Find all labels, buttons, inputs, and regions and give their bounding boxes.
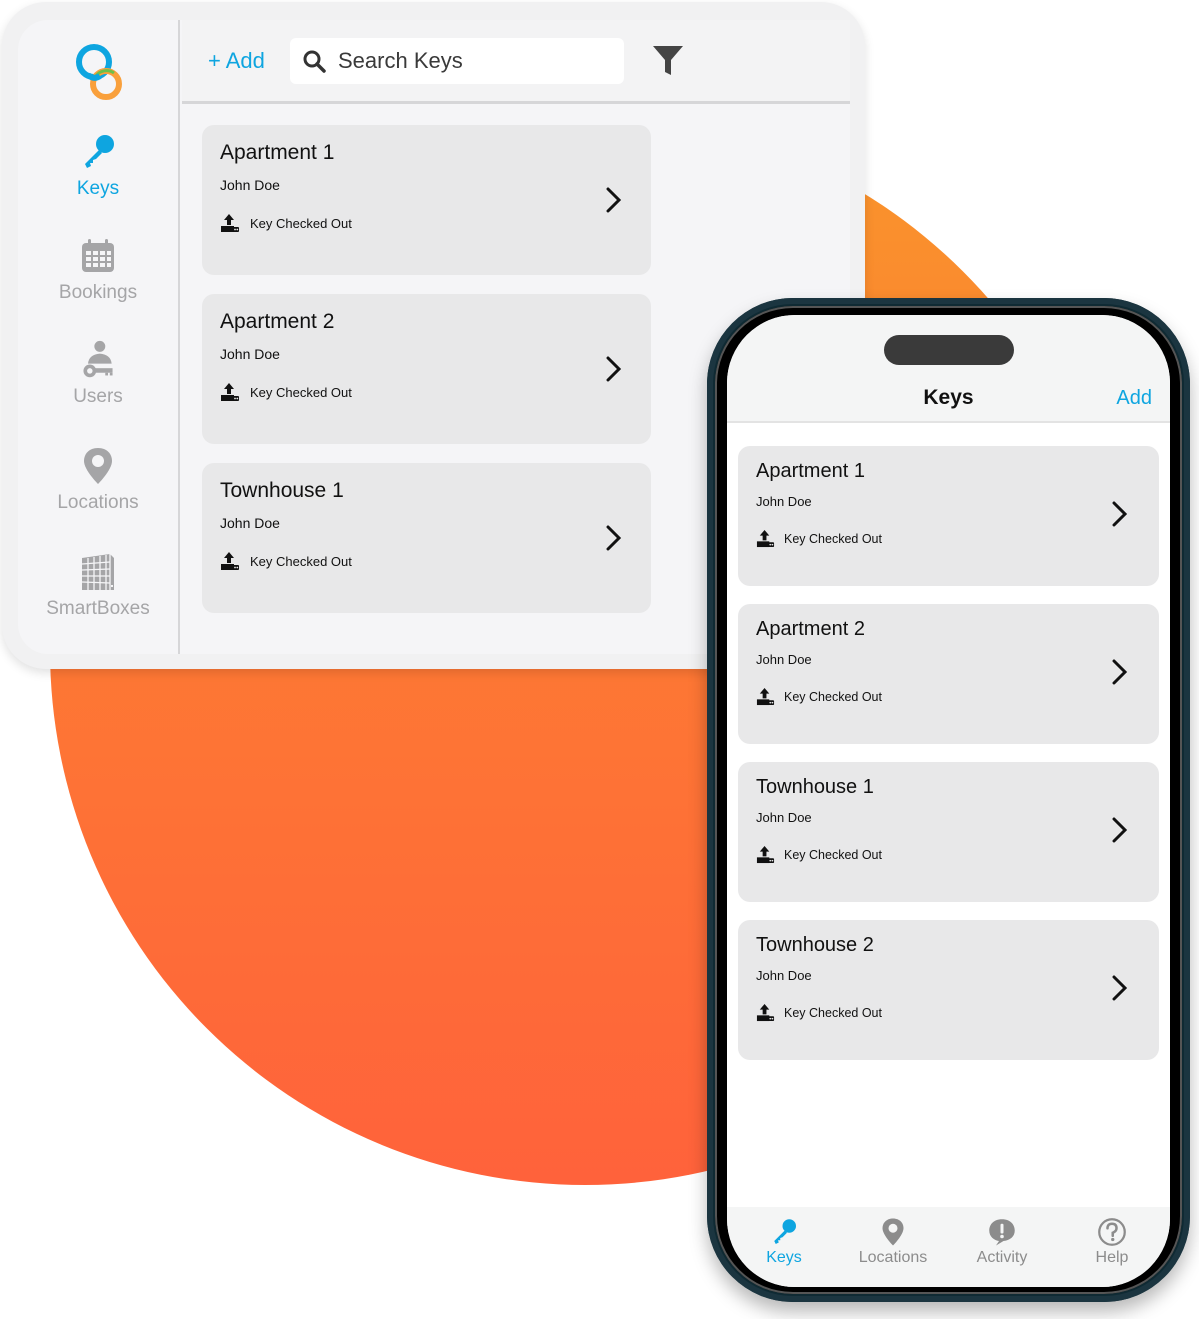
chevron-right-icon xyxy=(606,525,622,551)
calendar-icon xyxy=(82,239,114,272)
key-list-item[interactable]: Apartment 2 John Doe Key Checked Out xyxy=(202,294,651,444)
search-input[interactable]: Search Keys xyxy=(290,38,624,84)
filter-icon[interactable] xyxy=(652,44,684,76)
key-title: Apartment 1 xyxy=(756,460,865,482)
key-checked-out-icon xyxy=(756,529,775,548)
help-circle-icon xyxy=(1098,1218,1126,1246)
tab-label: Locations xyxy=(858,1249,928,1266)
sidebar-item-label: SmartBoxes xyxy=(46,598,150,619)
open-key-button[interactable] xyxy=(1111,501,1129,532)
sidebar-item-label: Bookings xyxy=(58,282,138,303)
key-title: Townhouse 1 xyxy=(220,479,344,502)
chevron-right-icon xyxy=(1112,501,1128,527)
key-title: Apartment 2 xyxy=(220,310,335,333)
key-status: Key Checked Out xyxy=(756,687,882,706)
sidebar-item-label: Keys xyxy=(76,178,120,199)
key-status-label: Key Checked Out xyxy=(250,215,352,231)
chevron-right-icon xyxy=(606,187,622,213)
sidebar-item-users[interactable]: Users xyxy=(18,340,178,408)
key-icon xyxy=(774,1219,796,1244)
key-user: John Doe xyxy=(756,494,812,509)
sidebar-item-keys[interactable]: Keys xyxy=(18,132,178,200)
app-logo xyxy=(76,44,122,100)
key-list-item[interactable]: Townhouse 1 John Doe Key Checked Out xyxy=(738,762,1159,902)
sidebar: Keys Bookings Users Locations SmartBoxes xyxy=(18,20,180,654)
key-checked-out-icon xyxy=(756,687,775,706)
add-key-button[interactable]: Add xyxy=(1116,387,1152,410)
tab-label: Activity xyxy=(976,1249,1028,1266)
mobile-header: Keys Add xyxy=(727,315,1170,423)
key-checked-out-icon xyxy=(756,845,775,864)
key-list-item[interactable]: Townhouse 1 John Doe Key Checked Out xyxy=(202,463,651,613)
key-status: Key Checked Out xyxy=(220,551,352,571)
key-title: Townhouse 2 xyxy=(756,934,874,956)
open-key-button[interactable] xyxy=(605,187,623,218)
open-key-button[interactable] xyxy=(605,525,623,556)
page-title: Keys xyxy=(923,386,974,409)
chevron-right-icon xyxy=(1112,817,1128,843)
key-icon xyxy=(85,135,114,168)
key-status-label: Key Checked Out xyxy=(250,553,352,569)
key-user: John Doe xyxy=(220,177,280,193)
search-icon xyxy=(303,50,326,73)
key-status-label: Key Checked Out xyxy=(784,847,882,862)
open-key-button[interactable] xyxy=(1111,817,1129,848)
tab-locations[interactable]: Locations xyxy=(838,1217,948,1267)
tab-bar: Keys Locations Activity Help xyxy=(727,1207,1170,1287)
key-title: Townhouse 1 xyxy=(756,776,874,798)
toolbar: + Add Search Keys xyxy=(182,20,850,104)
key-status: Key Checked Out xyxy=(756,845,882,864)
user-key-icon xyxy=(83,340,113,378)
key-user: John Doe xyxy=(756,810,812,825)
chevron-right-icon xyxy=(1112,975,1128,1001)
key-status-label: Key Checked Out xyxy=(784,531,882,546)
open-key-button[interactable] xyxy=(1111,975,1129,1006)
key-list-item[interactable]: Apartment 2 John Doe Key Checked Out xyxy=(738,604,1159,744)
key-title: Apartment 1 xyxy=(220,141,335,164)
sidebar-item-smartboxes[interactable]: SmartBoxes xyxy=(18,552,178,620)
key-user: John Doe xyxy=(220,515,280,531)
key-checked-out-icon xyxy=(221,383,239,401)
key-list-item[interactable]: Apartment 1 John Doe Key Checked Out xyxy=(202,125,651,275)
dynamic-island xyxy=(884,335,1014,365)
key-status-label: Key Checked Out xyxy=(250,384,352,400)
tab-help[interactable]: Help xyxy=(1057,1217,1167,1267)
key-title: Apartment 2 xyxy=(756,618,865,640)
location-pin-icon xyxy=(882,1218,904,1246)
tab-activity[interactable]: Activity xyxy=(947,1217,1057,1267)
smartbox-icon xyxy=(81,554,114,590)
open-key-button[interactable] xyxy=(1111,659,1129,690)
mobile-phone-frame: Keys Add Apartment 1 John Doe Key Checke… xyxy=(707,298,1190,1302)
sidebar-item-bookings[interactable]: Bookings xyxy=(18,236,178,304)
tab-label: Keys xyxy=(766,1249,802,1266)
key-status-label: Key Checked Out xyxy=(784,1005,882,1020)
sidebar-item-locations[interactable]: Locations xyxy=(18,446,178,514)
key-status: Key Checked Out xyxy=(220,382,352,402)
key-user: John Doe xyxy=(756,968,812,983)
key-list-item[interactable]: Townhouse 2 John Doe Key Checked Out xyxy=(738,920,1159,1060)
search-placeholder: Search Keys xyxy=(338,48,463,73)
open-key-button[interactable] xyxy=(605,356,623,387)
chevron-right-icon xyxy=(1112,659,1128,685)
alert-bubble-icon xyxy=(989,1219,1015,1246)
sidebar-item-label: Users xyxy=(73,386,123,407)
key-list-item[interactable]: Apartment 1 John Doe Key Checked Out xyxy=(738,446,1159,586)
chevron-right-icon xyxy=(606,356,622,382)
key-checked-out-icon xyxy=(756,1003,775,1022)
sidebar-item-label: Locations xyxy=(57,492,139,513)
key-checked-out-icon xyxy=(221,214,239,232)
key-checked-out-icon xyxy=(221,552,239,570)
add-key-button[interactable]: + Add xyxy=(208,48,265,74)
tab-label: Help xyxy=(1095,1249,1129,1266)
mobile-screen: Keys Add Apartment 1 John Doe Key Checke… xyxy=(727,315,1170,1287)
location-pin-icon xyxy=(84,448,112,484)
key-status: Key Checked Out xyxy=(756,1003,882,1022)
key-user: John Doe xyxy=(220,346,280,362)
tab-keys[interactable]: Keys xyxy=(729,1217,839,1267)
key-status: Key Checked Out xyxy=(220,213,352,233)
key-status: Key Checked Out xyxy=(756,529,882,548)
key-status-label: Key Checked Out xyxy=(784,689,882,704)
key-user: John Doe xyxy=(756,652,812,667)
